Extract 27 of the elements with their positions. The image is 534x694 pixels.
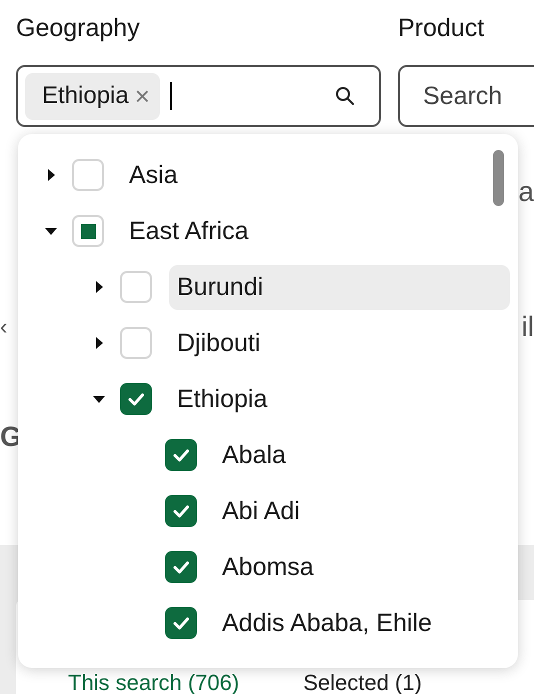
text-fragment: ‹ [0,313,8,341]
search-placeholder: Search [422,82,502,110]
filter-label: Product [398,13,486,44]
tree-item[interactable]: Abala [214,432,510,478]
checkbox[interactable] [165,551,197,583]
filter-label: Geography [16,13,141,44]
text-fragment: il [522,310,534,344]
checkbox[interactable] [120,383,152,415]
search-field[interactable]: Search [398,65,534,127]
tree-item[interactable]: Abi Adi [214,488,510,534]
checkbox[interactable] [165,439,197,471]
remove-chip-button[interactable]: × [134,80,150,112]
tree-item[interactable]: Asia [121,152,510,198]
tree-item[interactable]: East Africa [121,208,510,254]
tree-item[interactable]: Burundi [169,264,510,310]
chip-label: Ethiopia [42,82,129,110]
tree-item[interactable]: Abomsa [214,544,510,590]
checkbox[interactable] [165,495,197,527]
search-field[interactable]: Ethiopia × [16,65,381,127]
tree-item[interactable]: Addis Ababa, Ehile [214,600,510,646]
text-fragment: a [518,175,534,209]
text-cursor [170,82,172,110]
tree-item[interactable]: Djibouti [169,320,510,366]
search-icon [334,85,356,107]
tree-item[interactable]: Ethiopia [169,376,510,422]
scrollbar-thumb[interactable] [493,150,504,206]
checkbox[interactable] [165,607,197,639]
